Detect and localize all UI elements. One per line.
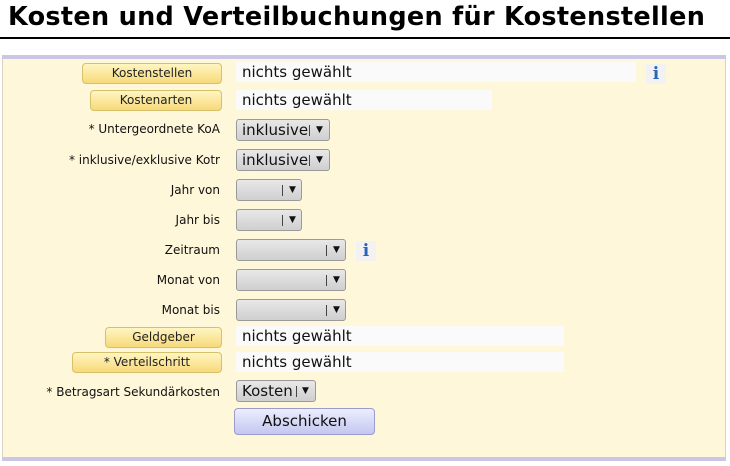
chevron-down-icon: ▼: [289, 185, 296, 195]
info-icon[interactable]: i: [646, 64, 666, 84]
jahr-bis-label: Jahr bis: [175, 213, 220, 227]
select-separator: [282, 215, 283, 226]
monat-von-label: Monat von: [156, 273, 220, 287]
geldgeber-value: nichts gewählt: [236, 326, 564, 346]
chevron-down-icon: ▼: [316, 125, 323, 135]
verteilschritt-button[interactable]: * Verteilschritt: [72, 352, 222, 373]
chevron-down-icon: ▼: [333, 305, 340, 315]
panel-top-border: [2, 55, 726, 59]
info-icon[interactable]: i: [356, 241, 376, 261]
untergeordnete-koa-value: inklusive: [242, 121, 308, 139]
betragsart-select[interactable]: Kosten ▼: [236, 380, 316, 402]
chevron-down-icon: ▼: [333, 245, 340, 255]
monat-bis-select[interactable]: ▼: [236, 299, 346, 321]
monat-von-select[interactable]: ▼: [236, 269, 346, 291]
untergeordnete-koa-select[interactable]: inklusive ▼: [236, 119, 330, 141]
jahr-bis-select[interactable]: ▼: [236, 209, 302, 231]
inkl-exkl-kotr-label: * inklusive/exklusive Kotr: [68, 153, 220, 167]
betragsart-value: Kosten: [242, 382, 293, 400]
inkl-exkl-kotr-select[interactable]: inklusive ▼: [236, 149, 330, 171]
select-separator: [326, 275, 327, 286]
select-separator: [282, 185, 283, 196]
zeitraum-select[interactable]: ▼: [236, 239, 346, 261]
betragsart-label: * Betragsart Sekundärkosten: [46, 385, 220, 399]
title-underline: [0, 37, 730, 39]
jahr-von-select[interactable]: ▼: [236, 179, 302, 201]
chevron-down-icon: ▼: [316, 155, 323, 165]
panel-bottom-border: [2, 457, 726, 461]
kostenstellen-button[interactable]: Kostenstellen: [82, 63, 222, 84]
select-separator: [296, 386, 297, 397]
untergeordnete-koa-label: * Untergeordnete KoA: [88, 122, 220, 136]
geldgeber-button[interactable]: Geldgeber: [105, 327, 222, 348]
page-title: Kosten und Verteilbuchungen für Kostenst…: [8, 2, 706, 32]
submit-button[interactable]: Abschicken: [234, 408, 375, 435]
monat-bis-label: Monat bis: [161, 303, 220, 317]
chevron-down-icon: ▼: [302, 386, 309, 396]
kostenarten-value: nichts gewählt: [236, 90, 492, 110]
select-separator: [309, 125, 310, 136]
select-separator: [326, 305, 327, 316]
kostenstellen-value: nichts gewählt: [236, 62, 636, 82]
chevron-down-icon: ▼: [289, 215, 296, 225]
select-separator: [326, 245, 327, 256]
select-separator: [309, 155, 310, 166]
chevron-down-icon: ▼: [333, 275, 340, 285]
zeitraum-label: Zeitraum: [164, 243, 220, 257]
verteilschritt-value: nichts gewählt: [236, 352, 564, 372]
kostenarten-button[interactable]: Kostenarten: [90, 90, 222, 111]
jahr-von-label: Jahr von: [170, 183, 220, 197]
inkl-exkl-kotr-value: inklusive: [242, 151, 308, 169]
